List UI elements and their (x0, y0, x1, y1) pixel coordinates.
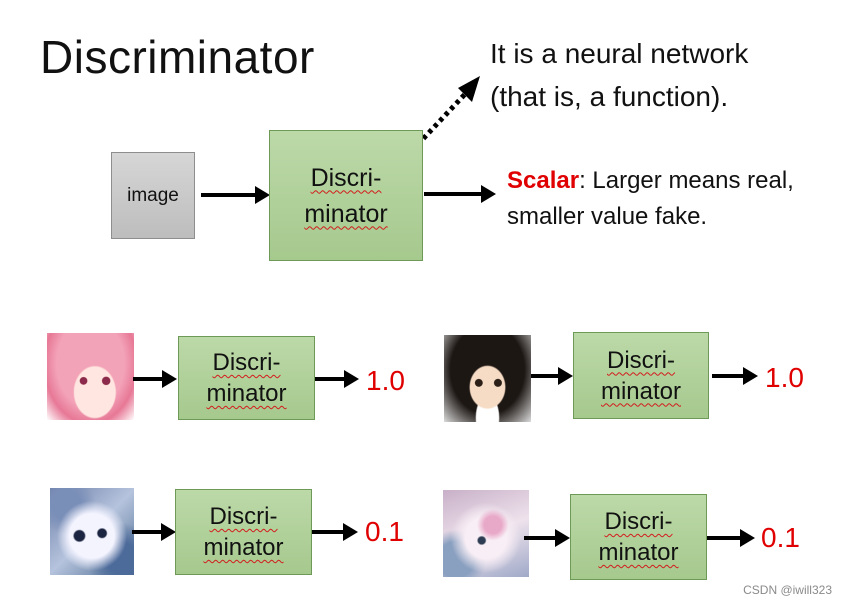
discriminator-label-line2: minator (304, 199, 388, 228)
function-note-line2: (that is, a function). (490, 81, 729, 112)
discriminator-box-3: Discri- minator (175, 489, 312, 575)
example-image-real-1 (47, 333, 134, 420)
input-image-label: image (127, 184, 179, 206)
discriminator-box-2-line2: minator (600, 377, 682, 405)
discriminator-box-4: Discri- minator (570, 494, 707, 580)
output-arrow (424, 185, 496, 203)
discriminator-box-3-line2: minator (203, 534, 284, 561)
discriminator-box-3-line1: Discri- (209, 503, 278, 530)
example-arrow-out-1 (315, 370, 359, 388)
example-image-real-2 (444, 335, 531, 422)
input-arrow (201, 186, 270, 204)
example-image-fake-1 (50, 488, 134, 575)
example-image-fake-2 (443, 490, 529, 577)
example-arrow-in-1 (133, 370, 177, 388)
discriminator-box-2-line1: Discri- (607, 346, 675, 374)
score-value-3: 0.1 (365, 516, 404, 547)
discriminator-box-1: Discri- minator (178, 336, 315, 420)
example-arrow-out-4 (707, 529, 755, 547)
discriminator-label-line1: Discri- (310, 163, 382, 192)
score-value-4: 0.1 (761, 522, 800, 553)
scalar-note-rest: : Larger means real, (579, 167, 794, 194)
scalar-word: Scalar (507, 167, 580, 194)
example-arrow-in-2 (531, 367, 573, 385)
example-arrow-in-4 (524, 529, 570, 547)
discriminator-box-1-line1: Discri- (212, 349, 281, 376)
discriminator-box-2: Discri- minator (573, 332, 709, 419)
example-arrow-out-3 (312, 523, 358, 541)
discriminator-box-1-line2: minator (206, 380, 287, 407)
discriminator-box-4-line2: minator (598, 539, 679, 566)
scalar-note: Scalar: Larger means real, smaller value… (507, 163, 794, 235)
example-arrow-out-2 (712, 367, 758, 385)
scalar-note-line1: Scalar: Larger means real, (507, 163, 794, 199)
score-value-2: 1.0 (765, 362, 804, 393)
function-note-line1: It is a neural network (490, 38, 749, 69)
score-value-1: 1.0 (366, 365, 405, 396)
example-arrow-in-3 (132, 523, 176, 541)
scalar-note-line2: smaller value fake. (507, 203, 708, 230)
discriminator-box-4-line1: Discri- (604, 508, 673, 535)
function-note: It is a neural network (that is, a funct… (490, 32, 748, 118)
discriminator-box-main: Discri- minator (269, 130, 423, 261)
page-title: Discriminator (40, 31, 315, 83)
watermark: CSDN @iwill323 (743, 583, 832, 597)
input-image-box: image (111, 152, 195, 239)
